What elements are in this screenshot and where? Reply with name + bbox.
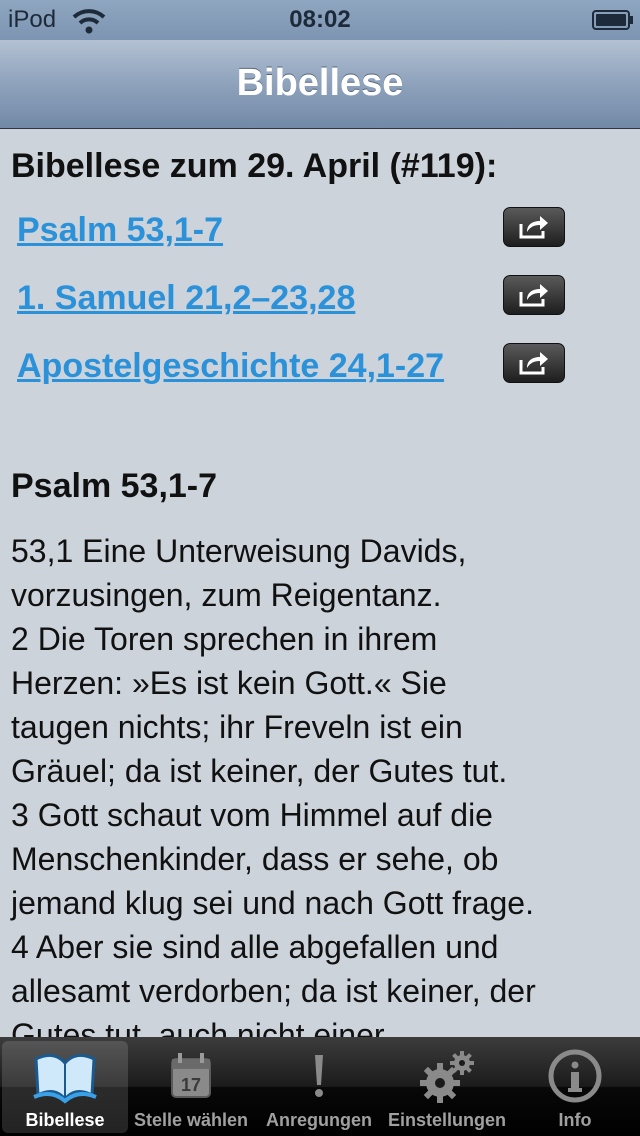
passage-line: jemand klug sei und nach Gott frage.: [11, 885, 534, 921]
calendar-day-label: 17: [181, 1075, 201, 1095]
share-button-samuel[interactable]: [503, 275, 565, 315]
share-button-acts[interactable]: [503, 343, 565, 383]
exclamation-icon: [315, 1055, 323, 1097]
passage-line: allesamt verdorben; da ist keiner, der: [11, 973, 536, 1009]
book-icon: [33, 1054, 97, 1104]
tab-bar: Bibellese 17 Stelle wählen Anregungen Ei…: [0, 1037, 640, 1136]
passage-line: 2 Die Toren sprechen in ihrem: [11, 621, 438, 657]
navigation-bar: Bibellese: [0, 40, 640, 129]
status-time: 08:02: [289, 6, 351, 33]
tab-stelle-waehlen[interactable]: 17 Stelle wählen: [128, 1041, 254, 1133]
passage-line: 53,1 Eine Unterweisung Davids,: [11, 533, 467, 569]
status-bar: iPod 08:02: [0, 0, 640, 40]
passage-line: Menschenkinder, dass er sehe, ob: [11, 841, 499, 877]
tab-info[interactable]: Info: [512, 1041, 638, 1133]
reference-link-acts[interactable]: Apostelgeschichte 24,1-27: [17, 347, 444, 386]
passage-line: taugen nichts; ihr Freveln ist ein: [11, 709, 463, 745]
passage-line: Herzen: »Es ist kein Gott.« Sie: [11, 665, 447, 701]
tab-label: Info: [558, 1110, 592, 1130]
tab-einstellungen[interactable]: Einstellungen: [384, 1041, 510, 1133]
share-icon: [519, 352, 548, 375]
tab-label: Stelle wählen: [133, 1110, 249, 1130]
passage-line: Gräuel; da ist keiner, der Gutes tut.: [11, 753, 508, 789]
passage-line: vorzusingen, zum Reigentanz.: [11, 577, 442, 613]
tab-label: Anregungen: [266, 1110, 372, 1130]
passage-line: Gutes tut, auch nicht einer.: [11, 1017, 392, 1037]
page-title: Bibellese: [236, 62, 404, 104]
reading-content[interactable]: Bibellese zum 29. April (#119): Psalm 53…: [0, 129, 640, 1037]
tab-bibellese[interactable]: Bibellese: [2, 1041, 128, 1133]
share-icon: [519, 284, 548, 307]
reference-link-samuel[interactable]: 1. Samuel 21,2–23,28: [17, 279, 355, 318]
reading-heading: Bibellese zum 29. April (#119):: [11, 147, 498, 185]
share-icon: [519, 216, 548, 239]
info-icon: [548, 1049, 602, 1103]
tab-label: Einstellungen: [387, 1110, 506, 1130]
share-button-psalm[interactable]: [503, 207, 565, 247]
passage-line: 3 Gott schaut vom Himmel auf die: [11, 797, 493, 833]
battery-icon: [592, 10, 633, 30]
passage-line: 4 Aber sie sind alle abgefallen und: [11, 929, 499, 965]
tab-anregungen[interactable]: Anregungen: [256, 1041, 382, 1133]
gears-icon: [420, 1051, 474, 1103]
reference-link-psalm[interactable]: Psalm 53,1-7: [17, 211, 223, 250]
passage-title: Psalm 53,1-7: [11, 467, 218, 505]
passage-text: 53,1 Eine Unterweisung Davids, vorzusing…: [11, 529, 631, 1037]
calendar-icon: 17: [171, 1053, 211, 1098]
